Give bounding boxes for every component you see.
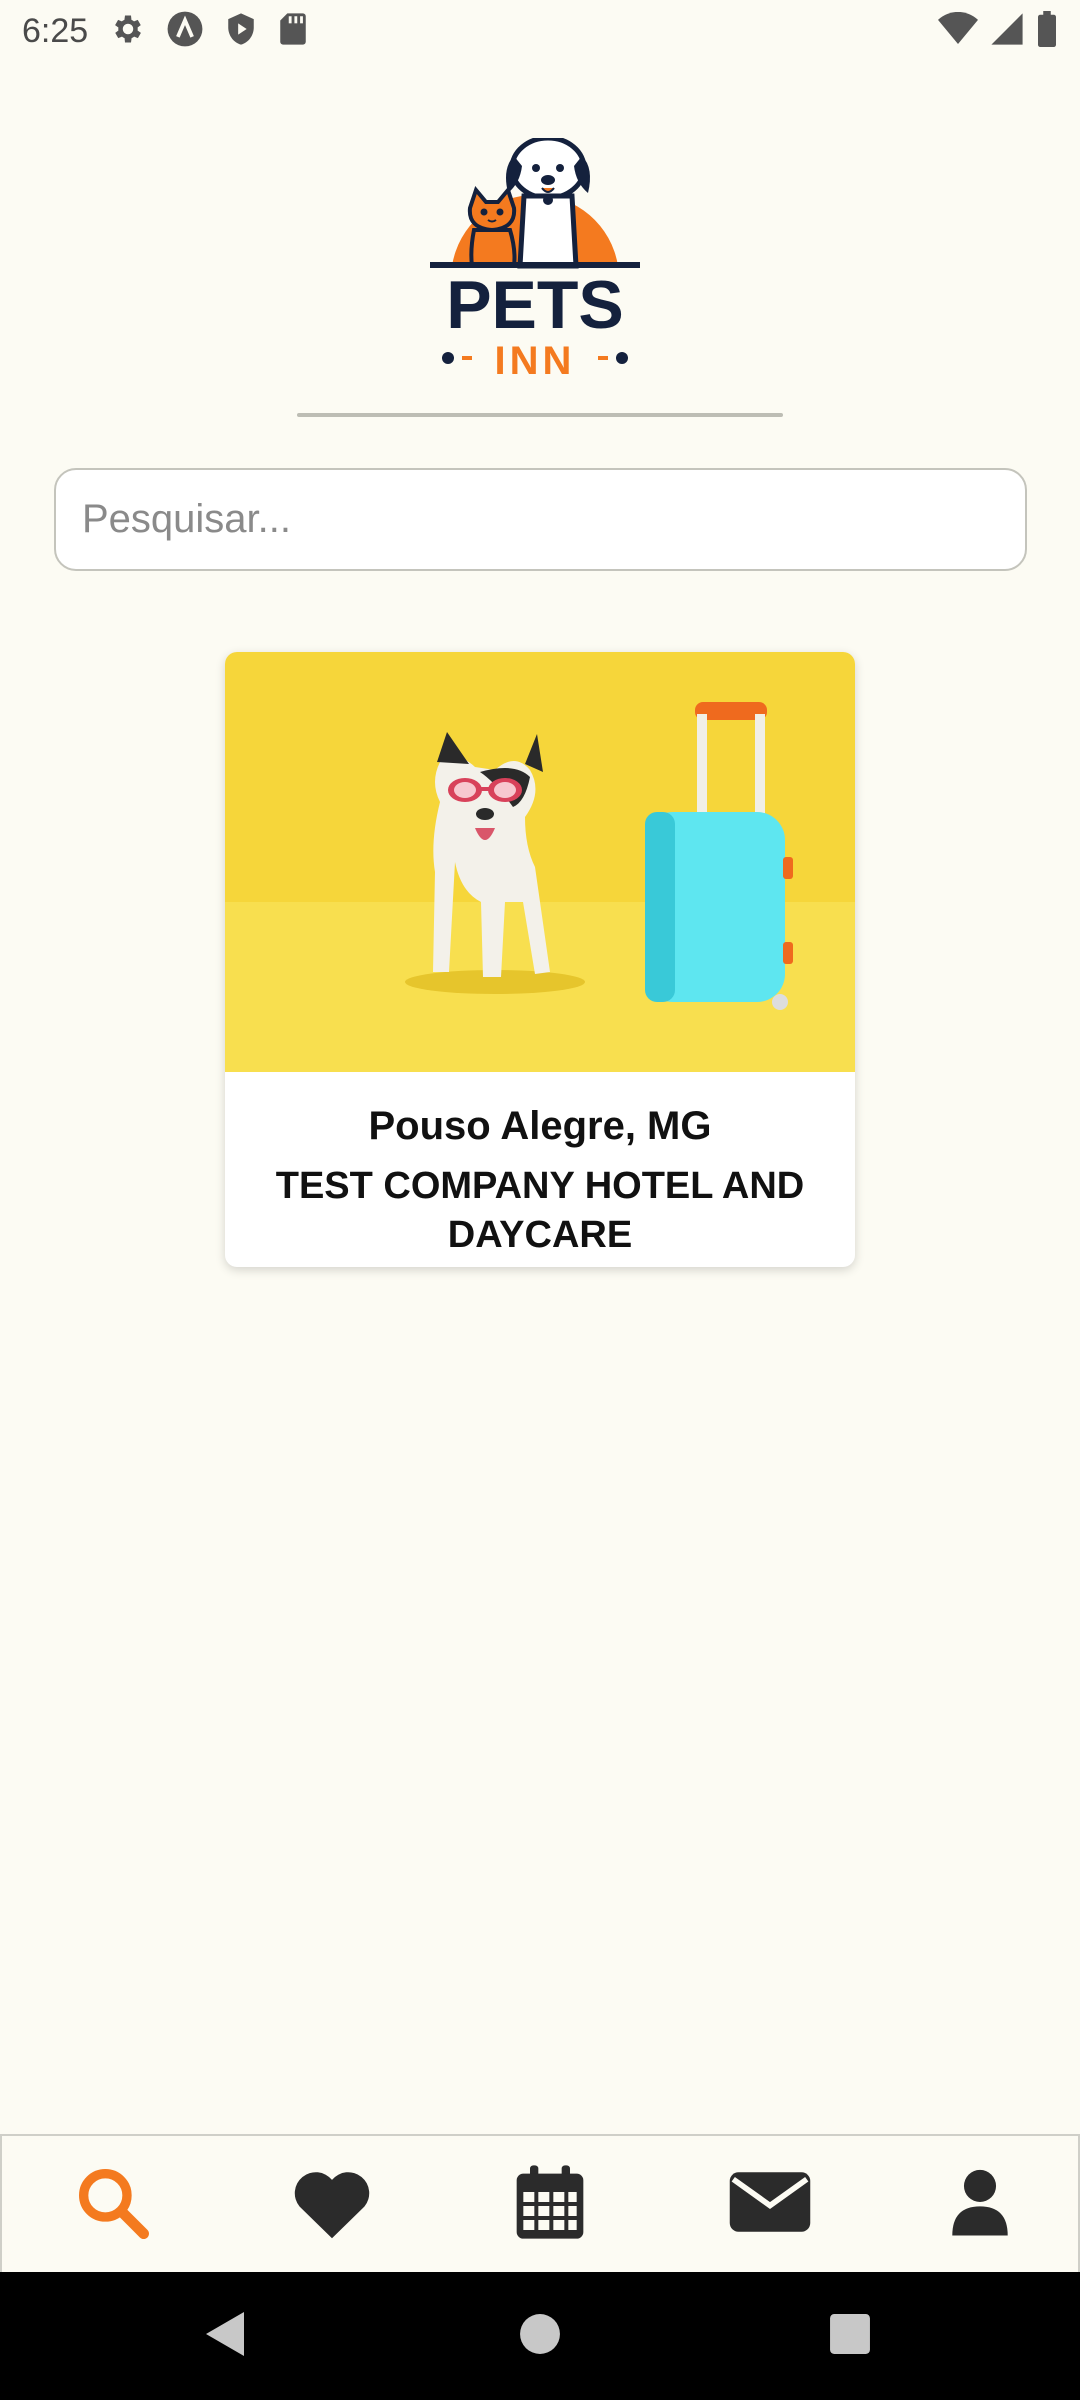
nav-messages[interactable] [700, 2136, 840, 2272]
settings-icon [110, 11, 146, 52]
search-input[interactable] [54, 468, 1027, 571]
user-icon [949, 2167, 1011, 2242]
svg-text:INN: INN [495, 339, 576, 378]
svg-text:PETS: PETS [446, 267, 624, 343]
nav-favorites[interactable] [262, 2136, 402, 2272]
listing-name: TEST COMPANY HOTEL AND DAYCARE [275, 1165, 805, 1256]
back-button[interactable] [166, 2272, 286, 2400]
back-triangle-icon [204, 2310, 248, 2363]
recents-square-icon [829, 2313, 871, 2360]
battery-icon [1036, 10, 1058, 52]
cat-mascot-icon [467, 185, 517, 268]
a-circle-icon [166, 10, 204, 53]
pets-inn-logo: PETS INN [430, 135, 640, 383]
recents-button[interactable] [790, 2272, 910, 2400]
home-button[interactable] [480, 2272, 600, 2400]
wifi-icon [938, 11, 978, 51]
system-nav-bar [0, 2272, 1080, 2400]
calendar-icon [510, 2161, 590, 2248]
nav-search[interactable] [42, 2136, 182, 2272]
listing-image [225, 652, 855, 1072]
shield-play-icon [224, 11, 258, 52]
cell-signal-icon [990, 12, 1024, 51]
nav-profile[interactable] [910, 2136, 1050, 2272]
home-circle-icon [519, 2313, 561, 2360]
bottom-nav [0, 2134, 1080, 2272]
listing-city: Pouso Alegre, MG [368, 1104, 712, 1148]
listing-card[interactable]: Pouso Alegre, MG TEST COMPANY HOTEL AND … [225, 652, 855, 1267]
search-icon [72, 2162, 152, 2247]
heart-icon [290, 2164, 374, 2245]
logo-divider [297, 413, 783, 417]
sd-card-icon [278, 12, 308, 51]
nav-bookings[interactable] [480, 2136, 620, 2272]
status-bar: 6:25 [0, 0, 1080, 62]
envelope-icon [728, 2169, 812, 2240]
status-time: 6:25 [22, 11, 89, 50]
